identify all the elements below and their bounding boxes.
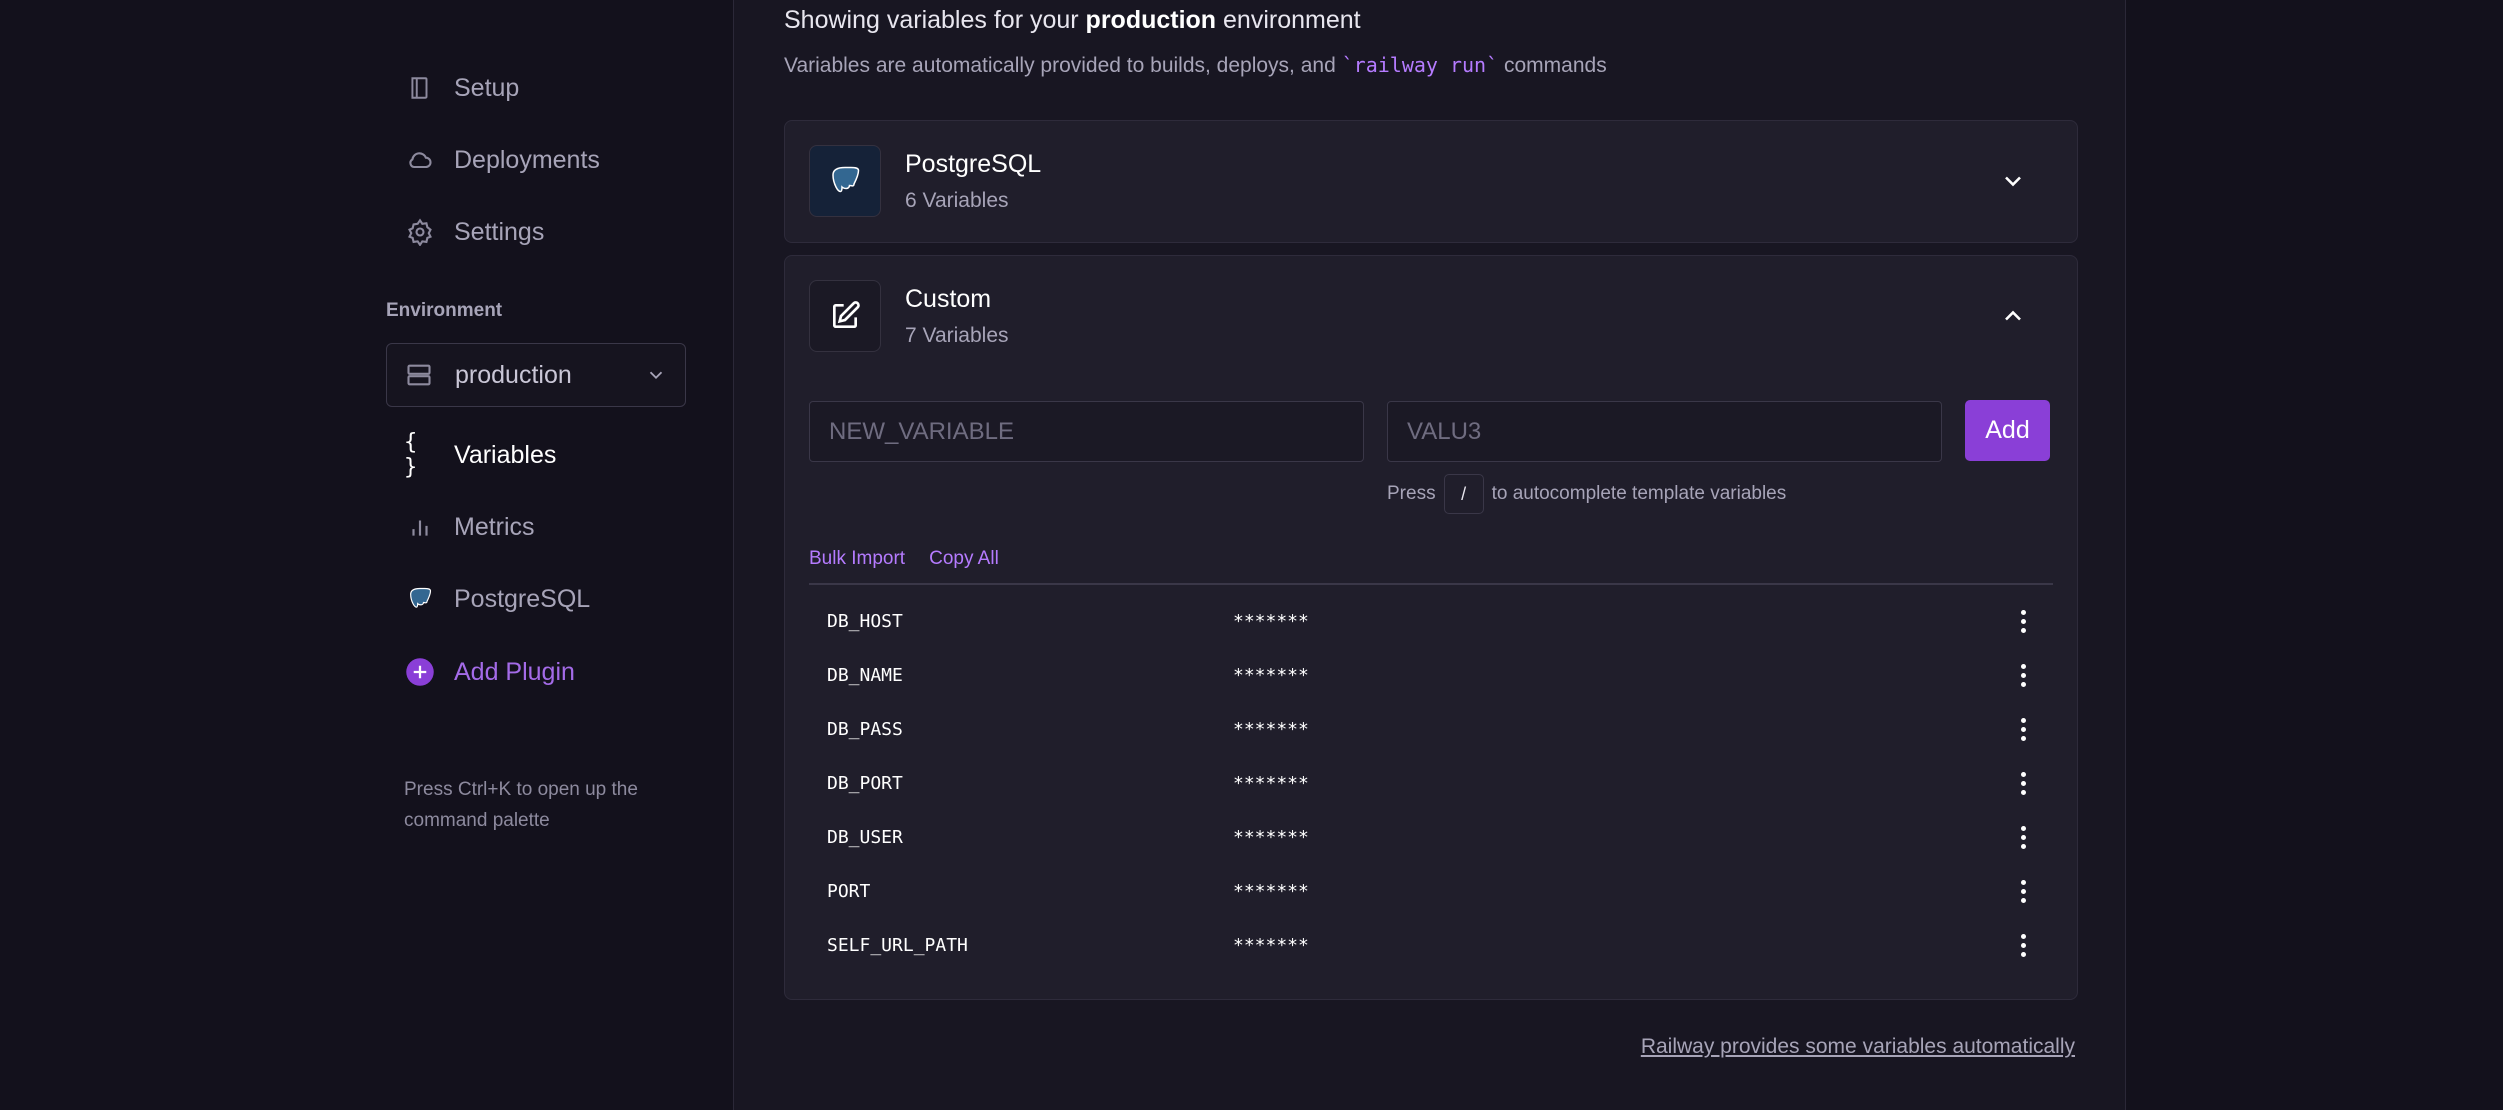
nav-item-metrics[interactable]: Metrics — [404, 502, 535, 552]
bulk-import-link[interactable]: Bulk Import — [809, 548, 905, 570]
nav-item-settings[interactable]: Settings — [404, 207, 544, 257]
autocomplete-hint: Press / to autocomplete template variabl… — [1387, 474, 1786, 514]
nav-label-postgresql: PostgreSQL — [454, 584, 591, 613]
environment-value: production — [455, 360, 572, 389]
book-icon — [404, 72, 436, 104]
slash-key: / — [1443, 474, 1484, 514]
chevron-up-icon[interactable] — [1999, 302, 2027, 330]
plus-circle-icon — [404, 656, 436, 688]
heading-suffix: environment — [1223, 6, 1361, 34]
table-row: SELF_URL_PATH ******* — [809, 918, 2053, 972]
more-vertical-icon[interactable] — [2011, 925, 2035, 965]
variable-value[interactable]: ******* — [1233, 881, 1309, 902]
braces-icon: { } — [404, 430, 418, 480]
variable-name: SELF_URL_PATH — [827, 934, 968, 956]
command-palette-hint: Press Ctrl+K to open up the command pale… — [404, 779, 638, 831]
variable-name: DB_PASS — [827, 718, 903, 740]
server-icon — [405, 360, 435, 390]
custom-card-header[interactable]: Custom 7 Variables — [809, 280, 2053, 352]
gear-icon — [404, 216, 436, 248]
copy-all-link[interactable]: Copy All — [929, 548, 999, 570]
chevron-down-icon — [645, 364, 667, 386]
nav-label-deployments: Deployments — [454, 145, 600, 174]
more-vertical-icon[interactable] — [2011, 763, 2035, 803]
postgres-logo-icon — [809, 145, 881, 217]
new-variable-name-input[interactable] — [809, 401, 1364, 462]
variable-name: DB_USER — [827, 826, 903, 848]
more-vertical-icon[interactable] — [2011, 655, 2035, 695]
variable-value[interactable]: ******* — [1233, 827, 1309, 848]
more-vertical-icon[interactable] — [2011, 601, 2035, 641]
variable-value[interactable]: ******* — [1233, 665, 1309, 686]
sidebar: Setup Deployments Settings Environment p… — [386, 0, 686, 1110]
chevron-down-icon[interactable] — [1999, 167, 2027, 195]
more-vertical-icon[interactable] — [2011, 817, 2035, 857]
more-vertical-icon[interactable] — [2011, 871, 2035, 911]
variable-value[interactable]: ******* — [1233, 773, 1309, 794]
add-plugin-label: Add Plugin — [454, 657, 575, 686]
variable-actions: Bulk Import Copy All — [809, 548, 999, 570]
nav-label-metrics: Metrics — [454, 512, 535, 541]
variable-value[interactable]: ******* — [1233, 611, 1309, 632]
divider — [809, 583, 2053, 585]
table-row: PORT ******* — [809, 864, 2053, 918]
table-row: DB_PASS ******* — [809, 702, 2053, 756]
variable-name: DB_NAME — [827, 664, 903, 686]
custom-card-count: 7 Variables — [905, 323, 1009, 347]
custom-card-title: Custom — [905, 284, 992, 313]
more-vertical-icon[interactable] — [2011, 709, 2035, 749]
add-plugin-button[interactable]: Add Plugin — [404, 647, 575, 697]
nav-label-setup: Setup — [454, 73, 520, 102]
variable-value[interactable]: ******* — [1233, 935, 1309, 956]
subheading-code: `railway run` — [1341, 53, 1499, 77]
nav-item-postgresql[interactable]: PostgreSQL — [404, 574, 590, 624]
table-row: DB_PORT ******* — [809, 756, 2053, 810]
main-panel: Showing variables for your production en… — [733, 0, 2126, 1110]
subheading-suffix: commands — [1504, 54, 1607, 77]
press-label: Press — [1387, 483, 1436, 504]
table-row: DB_USER ******* — [809, 810, 2053, 864]
page-heading: Showing variables for your production en… — [784, 6, 1361, 35]
environment-select[interactable]: production — [386, 343, 686, 407]
heading-environment: production — [1085, 6, 1217, 34]
postgresql-card: PostgreSQL 6 Variables — [784, 120, 2078, 243]
variable-value[interactable]: ******* — [1233, 719, 1309, 740]
new-variable-value-input[interactable] — [1387, 401, 1942, 462]
postgresql-card-count: 6 Variables — [905, 188, 1009, 212]
nav-item-variables[interactable]: { } Variables — [404, 430, 556, 480]
environment-label: Environment — [386, 300, 503, 321]
auto-variables-link[interactable]: Railway provides some variables automati… — [1641, 1035, 2075, 1059]
cloud-icon — [404, 144, 436, 176]
add-variable-button[interactable]: Add — [1965, 400, 2050, 461]
postgresql-card-title: PostgreSQL — [905, 149, 1042, 178]
nav-item-deployments[interactable]: Deployments — [404, 135, 600, 185]
postgres-icon — [404, 583, 436, 615]
nav-label-settings: Settings — [454, 217, 545, 246]
variable-name: DB_HOST — [827, 610, 903, 632]
custom-card: Custom 7 Variables Add Press / to autoco… — [784, 255, 2078, 1000]
variable-name: PORT — [827, 880, 871, 902]
heading-prefix: Showing variables for your — [784, 6, 1079, 34]
press-suffix: to autocomplete template variables — [1491, 483, 1787, 504]
edit-icon — [809, 280, 881, 352]
nav-item-setup[interactable]: Setup — [404, 63, 519, 113]
nav-label-variables: Variables — [454, 440, 557, 469]
subheading-prefix: Variables are automatically provided to … — [784, 54, 1336, 77]
postgresql-card-header[interactable]: PostgreSQL 6 Variables — [809, 145, 2053, 217]
table-row: DB_NAME ******* — [809, 648, 2053, 702]
table-row: DB_HOST ******* — [809, 594, 2053, 648]
page-subheading: Variables are automatically provided to … — [784, 53, 1607, 78]
bar-chart-icon — [404, 511, 436, 543]
variable-name: DB_PORT — [827, 772, 903, 794]
